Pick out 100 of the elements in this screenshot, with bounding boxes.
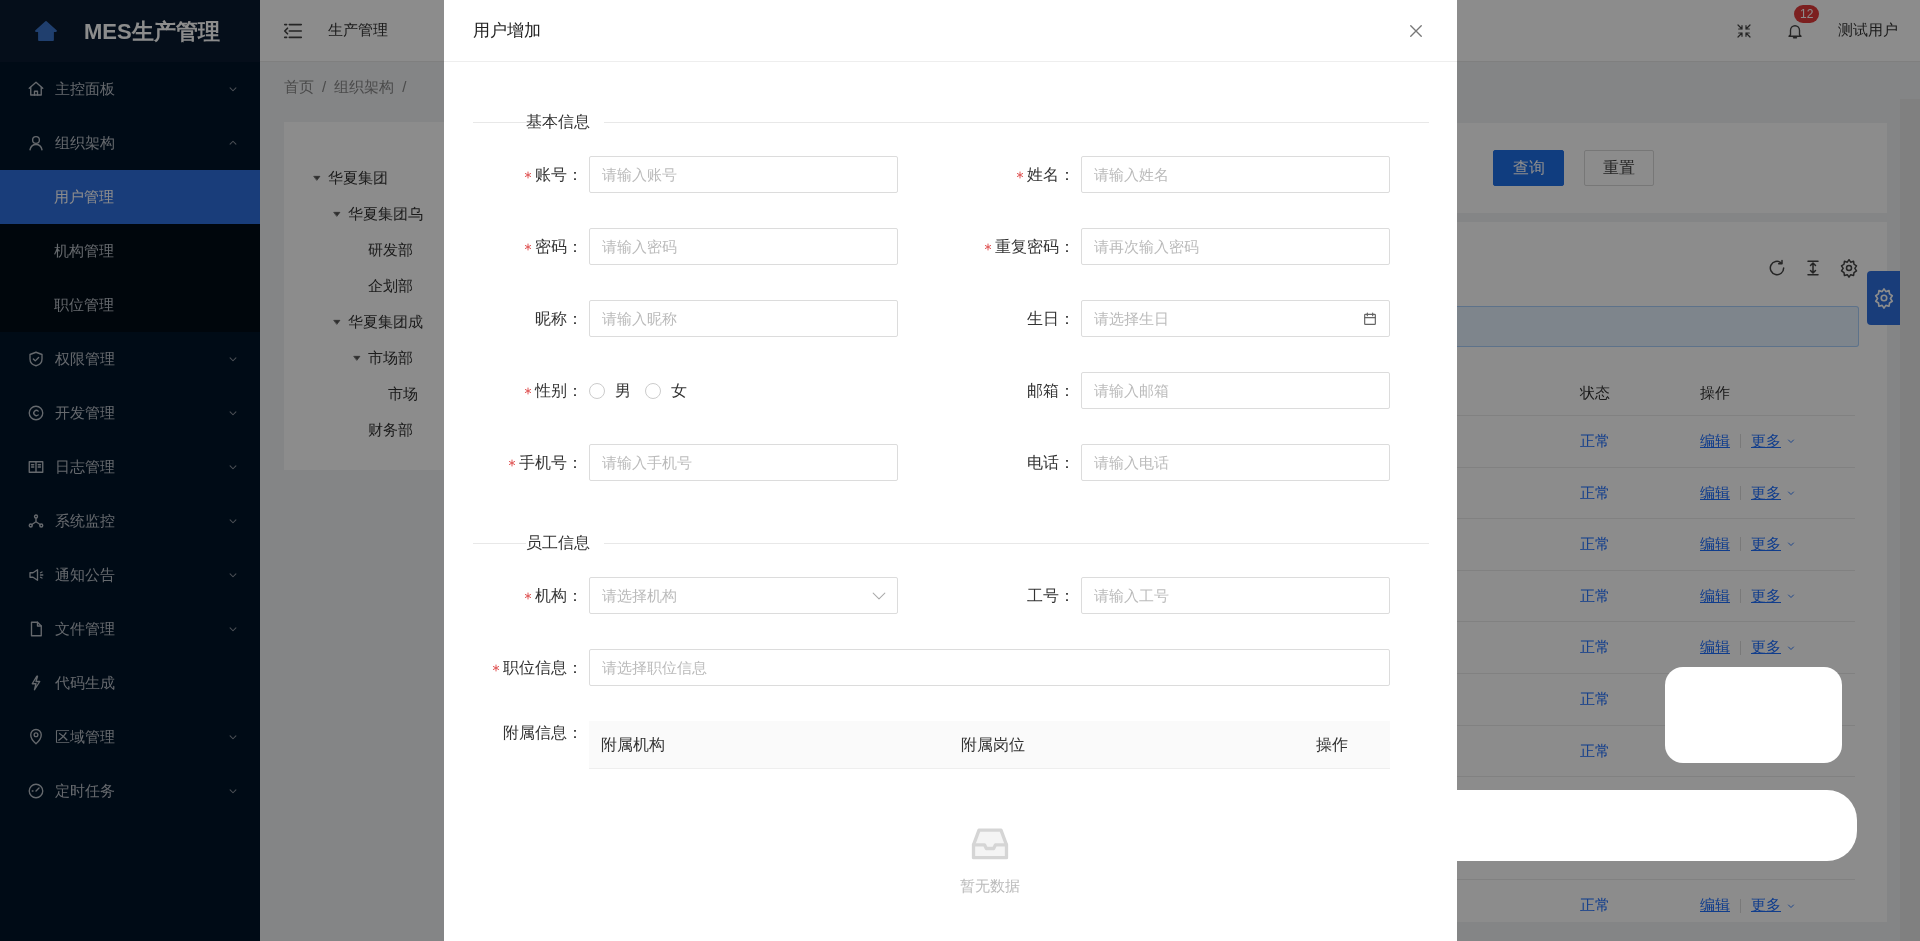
bell-icon[interactable] bbox=[1786, 22, 1804, 41]
scrollbar[interactable] bbox=[1900, 99, 1920, 941]
chevron-down-icon bbox=[872, 591, 886, 600]
app-title: MES生产管理 bbox=[84, 17, 220, 46]
speaker-icon bbox=[27, 566, 45, 584]
sidebar-item[interactable]: 区域管理 bbox=[0, 710, 260, 764]
sidebar-item[interactable]: 开发管理 bbox=[0, 386, 260, 440]
status-text: 正常 bbox=[1580, 534, 1611, 555]
edit-link[interactable]: 编辑 bbox=[1700, 636, 1730, 659]
reset-button[interactable]: 重置 bbox=[1584, 150, 1654, 186]
sidebar-item[interactable]: 定时任务 bbox=[0, 764, 260, 818]
nav-tab[interactable]: 生产管理 bbox=[328, 0, 388, 62]
input-field[interactable]: 请输入电话 bbox=[1081, 444, 1390, 481]
field-label: 电话： bbox=[1027, 452, 1075, 473]
breadcrumb-item[interactable]: 首页 bbox=[284, 75, 314, 99]
breadcrumb-item[interactable]: 组织架构 bbox=[334, 75, 395, 99]
field-label: 重复密码： bbox=[995, 236, 1075, 257]
radio-label[interactable]: 男 bbox=[615, 378, 631, 403]
radio-label[interactable]: 女 bbox=[671, 378, 687, 403]
status-text: 正常 bbox=[1580, 585, 1611, 606]
more-link[interactable]: 更多 bbox=[1751, 894, 1797, 917]
caret-down-icon[interactable] bbox=[312, 173, 322, 183]
field-label: 附属信息： bbox=[503, 723, 583, 743]
search-button[interactable]: 查询 bbox=[1493, 150, 1564, 186]
sidebar-subitem[interactable]: 职位管理 bbox=[0, 278, 260, 332]
breadcrumb-separator: / bbox=[322, 76, 327, 97]
circle-c-icon bbox=[27, 404, 45, 422]
more-link[interactable]: 更多 bbox=[1751, 481, 1797, 505]
user-name[interactable]: 测试用户 bbox=[1838, 19, 1898, 42]
column-header: 操作 bbox=[1316, 734, 1348, 755]
section-title: 基本信息 bbox=[526, 112, 591, 132]
required-icon bbox=[524, 386, 532, 395]
input-field[interactable]: 请输入工号 bbox=[1081, 577, 1390, 614]
settings-icon bbox=[1872, 287, 1895, 309]
location-pin-icon bbox=[27, 728, 45, 746]
sidebar-item[interactable]: 组织架构 bbox=[0, 116, 260, 170]
required-icon bbox=[524, 170, 532, 179]
calendar-icon bbox=[1362, 310, 1378, 327]
input-field[interactable]: 请输入邮箱 bbox=[1081, 372, 1390, 409]
tree-node-label[interactable]: 市场 bbox=[388, 382, 418, 406]
edit-link[interactable]: 编辑 bbox=[1700, 481, 1730, 505]
sidebar-item[interactable]: 文件管理 bbox=[0, 602, 260, 656]
sidebar-item[interactable]: 权限管理 bbox=[0, 332, 260, 386]
settings-icon[interactable] bbox=[1839, 258, 1859, 278]
tree-node-label[interactable]: 市场部 bbox=[368, 346, 413, 370]
tree-node-label[interactable]: 华夏集团成 bbox=[348, 310, 423, 334]
tree-node-label[interactable]: 研发部 bbox=[368, 238, 413, 262]
tree-node-label[interactable]: 华夏集团乌 bbox=[348, 202, 423, 226]
shield-icon bbox=[27, 350, 45, 368]
input-field[interactable]: 请输入姓名 bbox=[1081, 156, 1390, 193]
column-header: 附属岗位 bbox=[961, 734, 1026, 755]
tree-node-label[interactable]: 财务部 bbox=[368, 418, 413, 442]
caret-down-icon[interactable] bbox=[332, 209, 342, 219]
edit-link[interactable]: 编辑 bbox=[1700, 584, 1730, 608]
book-icon bbox=[27, 458, 45, 476]
section-title: 员工信息 bbox=[526, 533, 591, 553]
field-label: 工号： bbox=[1027, 585, 1075, 606]
more-link[interactable]: 更多 bbox=[1751, 430, 1797, 453]
gauge-icon bbox=[27, 782, 45, 800]
input-field[interactable]: 请再次输入密码 bbox=[1081, 228, 1390, 265]
sidebar-subitem[interactable]: 机构管理 bbox=[0, 224, 260, 278]
sidebar-item[interactable]: 通知公告 bbox=[0, 548, 260, 602]
status-text: 正常 bbox=[1580, 740, 1611, 761]
edit-link[interactable]: 编辑 bbox=[1700, 430, 1730, 453]
column-header: 附属机构 bbox=[601, 734, 666, 755]
required-icon bbox=[1016, 170, 1024, 179]
sidebar-item[interactable]: 系统监控 bbox=[0, 494, 260, 548]
settings-button[interactable] bbox=[1867, 271, 1900, 325]
input-field[interactable]: 请输入密码 bbox=[589, 228, 898, 265]
sidebar-item[interactable]: 日志管理 bbox=[0, 440, 260, 494]
empty-message: 暂无数据 bbox=[959, 876, 1020, 896]
status-text: 正常 bbox=[1580, 689, 1611, 709]
dialog-title: 用户增加 bbox=[473, 19, 541, 42]
edit-link[interactable]: 编辑 bbox=[1700, 533, 1730, 556]
field-label: 手机号： bbox=[519, 452, 583, 473]
status-text: 正常 bbox=[1580, 431, 1611, 452]
date-field[interactable]: 请选择生日 bbox=[1081, 300, 1390, 337]
column-header: 操作 bbox=[1700, 382, 1730, 403]
more-link[interactable]: 更多 bbox=[1751, 584, 1797, 608]
caret-down-icon[interactable] bbox=[332, 317, 342, 327]
sidebar-item[interactable]: 代码生成 bbox=[0, 656, 260, 710]
input-field[interactable]: 请输入手机号 bbox=[589, 444, 898, 481]
input-field[interactable]: 请输入昵称 bbox=[589, 300, 898, 337]
fullscreen-icon[interactable] bbox=[1736, 22, 1752, 39]
sidebar-subitem[interactable]: 用户管理 bbox=[0, 170, 260, 224]
status-text: 正常 bbox=[1580, 482, 1611, 503]
field-label: 账号： bbox=[535, 164, 583, 185]
more-link[interactable]: 更多 bbox=[1751, 636, 1797, 659]
more-link[interactable]: 更多 bbox=[1751, 533, 1797, 556]
caret-down-icon[interactable] bbox=[352, 353, 362, 363]
sidebar-item[interactable]: 主控面板 bbox=[0, 62, 260, 116]
input-field[interactable]: 请输入账号 bbox=[589, 156, 898, 193]
field-label: 密码： bbox=[535, 236, 583, 257]
edit-link[interactable]: 编辑 bbox=[1700, 894, 1730, 917]
input-field[interactable]: 请选择职位信息 bbox=[589, 649, 1390, 686]
select-field[interactable]: 请选择机构 bbox=[589, 577, 898, 614]
tree-node-label[interactable]: 华夏集团 bbox=[328, 166, 388, 190]
tree-node-label[interactable]: 企划部 bbox=[368, 274, 413, 298]
breadcrumb-separator: / bbox=[402, 76, 407, 97]
reload-icon[interactable] bbox=[1767, 258, 1787, 278]
